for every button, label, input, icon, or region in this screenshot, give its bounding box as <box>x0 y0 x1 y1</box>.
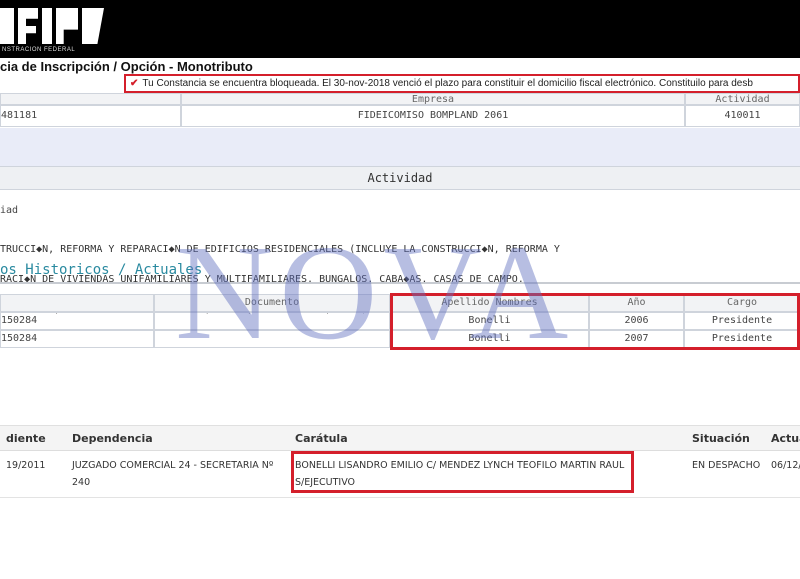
nova-watermark: NOVA <box>175 218 575 368</box>
activity-label: iad <box>0 205 19 216</box>
page-title: cia de Inscripción / Opción - Monotribut… <box>0 59 253 74</box>
hist-header-cuit <box>0 294 154 312</box>
exp-cell-fecha: 19/2011 <box>0 451 66 498</box>
alert-text: Tu Constancia se encuentra bloqueada. El… <box>142 78 753 89</box>
hist-header-cargo: Cargo <box>684 294 800 312</box>
company-cell-empresa: FIDEICOMISO BOMPLAND 2061 <box>181 105 685 127</box>
hist-header-anio: Año <box>589 294 684 312</box>
historicos-title: os Historicos / Actuales <box>0 262 203 278</box>
company-cell-actividad: 410011 <box>685 105 800 127</box>
company-header-empresa: Empresa <box>181 93 685 105</box>
exp-header-expediente: diente <box>0 425 66 451</box>
activity-heading: Actividad <box>0 166 800 190</box>
afip-logo <box>0 8 110 44</box>
company-header-actividad: Actividad <box>685 93 800 105</box>
exp-header-dependencia: Dependencia <box>66 425 289 451</box>
hist-cell-anio: 2007 <box>589 330 684 348</box>
check-icon: ✔ <box>130 78 139 89</box>
hist-cell-cuit: 150284 <box>0 312 154 330</box>
exp-cell-dependencia: JUZGADO COMERCIAL 24 - SECRETARIA Nº 240 <box>66 451 289 498</box>
exp-cell-actualizacion: 06/12/ <box>765 451 800 498</box>
hist-cell-cargo: Presidente <box>684 312 800 330</box>
hist-cell-cargo: Presidente <box>684 330 800 348</box>
exp-header-caratula: Carátula <box>289 425 686 451</box>
hist-cell-anio: 2006 <box>589 312 684 330</box>
company-cell-cuit: 481181 <box>0 105 181 127</box>
exp-cell-situacion: EN DESPACHO <box>686 451 765 498</box>
section-band <box>0 128 800 166</box>
exp-header-situacion: Situación <box>686 425 765 451</box>
hist-cell-cuit: 150284 <box>0 330 154 348</box>
company-header-cuit <box>0 93 181 105</box>
exp-cell-caratula: BONELLI LISANDRO EMILIO C/ MENDEZ LYNCH … <box>289 451 686 498</box>
blocked-alert-banner: ✔ Tu Constancia se encuentra bloqueada. E… <box>124 74 800 93</box>
exp-header-actualizacion: Actua <box>765 425 800 451</box>
site-header: NSTRACION FEDERAL <box>0 0 800 58</box>
logo-subtitle: NSTRACION FEDERAL <box>2 47 76 53</box>
